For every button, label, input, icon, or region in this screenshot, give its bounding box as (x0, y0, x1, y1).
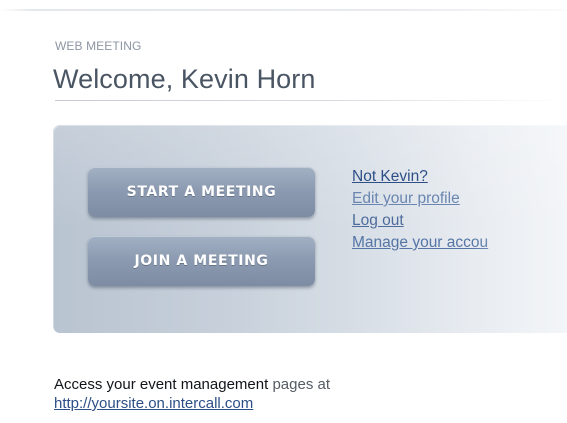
account-links: Not Kevin? Edit your profile Log out Man… (352, 166, 567, 254)
join-meeting-button[interactable]: JOIN A MEETING (88, 236, 315, 286)
access-info-tail: pages at (268, 376, 330, 393)
manage-account-link[interactable]: Manage your accou (352, 232, 567, 254)
edit-profile-link[interactable]: Edit your profile (352, 188, 567, 210)
log-out-link[interactable]: Log out (352, 210, 567, 232)
top-divider (0, 9, 567, 11)
section-label: WEB MEETING (55, 39, 142, 53)
not-user-link[interactable]: Not Kevin? (352, 166, 567, 188)
title-divider (55, 100, 567, 101)
page-title: Welcome, Kevin Horn (53, 64, 316, 94)
start-meeting-button[interactable]: START A MEETING (88, 167, 315, 217)
site-url-link[interactable]: http://yoursite.on.intercall.com (54, 394, 253, 414)
web-meeting-page: WEB MEETING Welcome, Kevin Horn START A … (0, 0, 567, 423)
access-info-text: Access your event management pages at (54, 375, 330, 395)
access-info-main: Access your event management (54, 376, 269, 393)
